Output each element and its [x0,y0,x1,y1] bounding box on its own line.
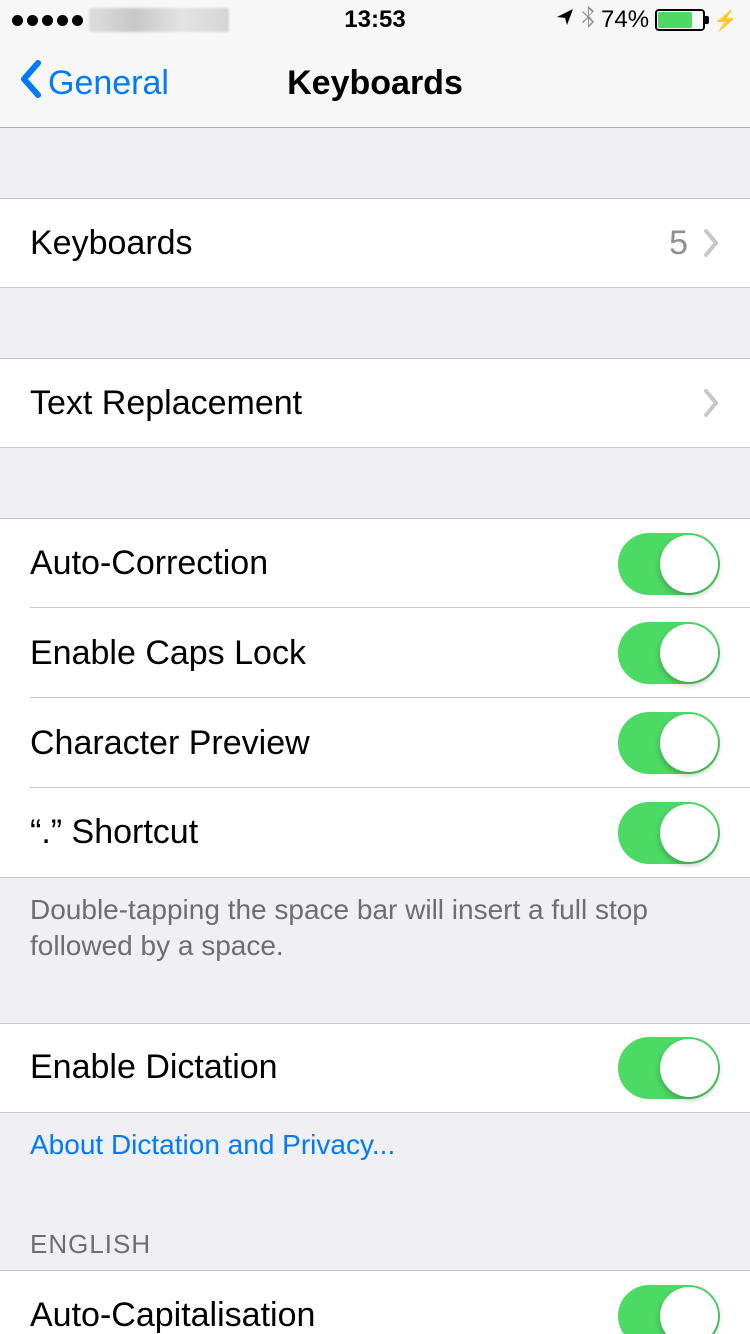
bluetooth-icon [581,5,595,36]
link-dictation-privacy[interactable]: About Dictation and Privacy... [0,1113,750,1177]
row-auto-correction: Auto-Correction [0,518,750,608]
row-keyboards[interactable]: Keyboards 5 [0,198,750,288]
row-label: Keyboards [30,224,669,263]
row-label: Auto-Capitalisation [30,1296,618,1334]
row-label: Character Preview [30,724,618,763]
status-bar: 13:53 74% ⚡ [0,0,750,40]
row-label: Text Replacement [30,384,702,423]
row-label: Auto-Correction [30,544,618,583]
cell-signal-dots-icon [12,15,83,26]
charging-icon: ⚡ [713,8,738,33]
row-label: Enable Dictation [30,1048,618,1087]
location-icon [555,6,575,34]
chevron-right-icon [702,228,720,258]
chevron-right-icon [702,388,720,418]
row-label: “.” Shortcut [30,813,618,852]
toggle-character-preview[interactable] [618,712,720,774]
toggle-period-shortcut[interactable] [618,802,720,864]
row-value: 5 [669,224,688,263]
back-label: General [48,64,169,103]
nav-bar: General Keyboards [0,40,750,128]
back-button[interactable]: General [18,59,169,108]
row-character-preview: Character Preview [0,698,750,788]
row-text-replacement[interactable]: Text Replacement [0,358,750,448]
row-enable-caps-lock: Enable Caps Lock [0,608,750,698]
toggle-dictation[interactable] [618,1037,720,1099]
row-period-shortcut: “.” Shortcut [0,788,750,878]
chevron-left-icon [18,59,42,108]
row-auto-capitalisation: Auto-Capitalisation [0,1270,750,1334]
row-label: Enable Caps Lock [30,634,618,673]
carrier-label [89,8,229,32]
toggle-caps-lock[interactable] [618,622,720,684]
row-enable-dictation: Enable Dictation [0,1023,750,1113]
battery-percent: 74% [601,6,649,34]
battery-icon [655,9,705,31]
section-header-english: ENGLISH [0,1229,750,1270]
footer-period-shortcut: Double-tapping the space bar will insert… [0,878,750,979]
toggle-auto-capitalisation[interactable] [618,1285,720,1334]
toggle-auto-correction[interactable] [618,533,720,595]
